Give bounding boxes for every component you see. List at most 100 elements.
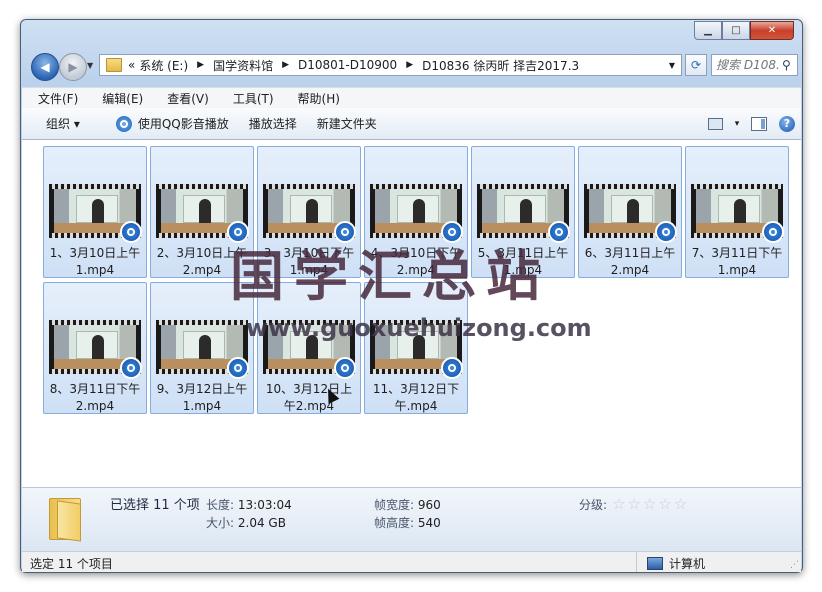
- details-pane: 已选择 11 个项 长度: 13:03:04 大小: 2.04 GB 帧宽度: …: [22, 487, 801, 552]
- change-view-button[interactable]: [701, 112, 729, 136]
- view-icon: [707, 117, 723, 130]
- breadcrumb-item[interactable]: 系统 (E:): [139, 57, 188, 74]
- caption-buttons: ▁ □ ✕: [694, 21, 794, 40]
- file-name: 6、3月11日上午2.mp4: [584, 246, 676, 277]
- length-label: 长度:: [206, 498, 235, 512]
- menu-file[interactable]: 文件(F): [22, 90, 86, 107]
- menu-bar: 文件(F) 编辑(E) 查看(V) 工具(T) 帮助(H): [22, 87, 801, 108]
- file-name: 8、3月11日下午2.mp4: [49, 382, 141, 413]
- search-input[interactable]: [712, 57, 782, 73]
- star-icon[interactable]: ☆: [612, 496, 625, 512]
- frame-height-field: 帧高度: 540: [374, 514, 441, 531]
- new-folder-button[interactable]: 新建文件夹: [307, 112, 387, 136]
- refresh-icon: ⟳: [690, 58, 702, 72]
- file-name: 11、3月12日下午.mp4: [372, 382, 460, 413]
- rating-stars[interactable]: ☆ ☆ ☆ ☆ ☆: [612, 496, 689, 512]
- help-button[interactable]: ?: [773, 112, 801, 136]
- breadcrumb-item[interactable]: D10836 徐丙昕 择吉2017.3: [422, 57, 579, 74]
- close-button[interactable]: ✕: [750, 21, 794, 40]
- forward-arrow-icon: ▶: [68, 60, 78, 74]
- file-name: 1、3月10日上午1.mp4: [49, 246, 141, 277]
- folder-icon: [106, 58, 122, 72]
- size-field: 大小: 2.04 GB: [206, 514, 286, 531]
- file-name: 9、3月12日上午1.mp4: [156, 382, 248, 413]
- file-name: 7、3月11日下午1.mp4: [691, 246, 783, 277]
- frame-width-label: 帧宽度:: [374, 498, 415, 512]
- breadcrumb-item[interactable]: 国学资料馆: [213, 57, 273, 74]
- status-location: 计算机: [647, 555, 705, 572]
- qq-player-icon: [120, 357, 142, 379]
- rating-label: 分级:: [579, 498, 608, 512]
- command-bar: 组织 ▾ 使用QQ影音播放 播放选择 新建文件夹 ▾ ?: [22, 108, 801, 140]
- breadcrumb-separator-icon[interactable]: ▶: [197, 60, 204, 70]
- star-icon[interactable]: ☆: [627, 496, 640, 512]
- navigation-bar: ◀ ▶ ▼ « 系统 (E:) ▶ 国学资料馆 ▶ D10801-D10900 …: [27, 51, 798, 81]
- frame-height-label: 帧高度:: [374, 516, 415, 530]
- menu-edit[interactable]: 编辑(E): [86, 90, 151, 107]
- frame-width-value: 960: [417, 498, 441, 512]
- play-selection-label: 播放选择: [248, 117, 297, 131]
- length-value: 13:03:04: [237, 498, 292, 512]
- qq-player-icon: [441, 357, 463, 379]
- frame-height-value: 540: [417, 516, 441, 530]
- file-name: 10、3月12日上午2.mp4: [265, 382, 353, 413]
- recent-pages-dropdown[interactable]: ▼: [87, 61, 93, 70]
- address-dropdown-icon[interactable]: ▼: [669, 61, 675, 70]
- play-with-qq-label: 使用QQ影音播放: [137, 117, 229, 131]
- qq-player-icon: [762, 221, 784, 243]
- back-arrow-icon: ◀: [40, 60, 50, 74]
- size-label: 大小:: [206, 516, 235, 530]
- minimize-button[interactable]: ▁: [694, 21, 722, 40]
- qq-player-icon: [115, 115, 132, 132]
- folder-icon: [49, 498, 81, 542]
- star-icon[interactable]: ☆: [643, 496, 656, 512]
- file-tile[interactable]: 1、3月10日上午1.mp4: [43, 146, 147, 278]
- view-options-dropdown[interactable]: ▾: [729, 112, 745, 136]
- organize-button[interactable]: 组织 ▾: [22, 112, 90, 136]
- organize-label: 组织 ▾: [46, 117, 80, 131]
- qq-player-icon: [655, 221, 677, 243]
- qq-player-icon: [227, 357, 249, 379]
- resize-grip-icon[interactable]: ⋰: [790, 560, 799, 570]
- size-value: 2.04 GB: [237, 516, 286, 530]
- qq-player-icon: [120, 221, 142, 243]
- menu-help[interactable]: 帮助(H): [282, 90, 348, 107]
- watermark-title: 国学汇总站: [230, 245, 550, 308]
- selection-count: 已选择 11 个项: [110, 498, 200, 513]
- magnifier-icon[interactable]: ⚲: [782, 58, 791, 72]
- breadcrumb-separator-icon[interactable]: ▶: [406, 60, 413, 70]
- preview-pane-icon: [751, 116, 767, 131]
- file-tile[interactable]: 6、3月11日上午2.mp4: [578, 146, 682, 278]
- play-selection-button[interactable]: 播放选择: [239, 112, 307, 136]
- qq-player-icon: [334, 357, 356, 379]
- search-box[interactable]: ⚲: [711, 54, 798, 76]
- address-bar[interactable]: « 系统 (E:) ▶ 国学资料馆 ▶ D10801-D10900 ▶ D108…: [99, 54, 682, 76]
- address-overflow-chevron[interactable]: «: [128, 58, 135, 72]
- computer-icon: [647, 557, 663, 570]
- status-divider: [636, 552, 637, 572]
- maximize-button[interactable]: □: [722, 21, 750, 40]
- breadcrumb-item[interactable]: D10801-D10900: [298, 58, 397, 72]
- breadcrumb-separator-icon[interactable]: ▶: [282, 60, 289, 70]
- file-tile[interactable]: 7、3月11日下午1.mp4: [685, 146, 789, 278]
- preview-pane-button[interactable]: [745, 112, 773, 136]
- qq-player-icon: [548, 221, 570, 243]
- status-bar: 选定 11 个项目 计算机 ⋰: [22, 551, 801, 572]
- refresh-button[interactable]: ⟳: [685, 54, 707, 76]
- star-icon[interactable]: ☆: [674, 496, 687, 512]
- length-field: 长度: 13:03:04: [206, 496, 292, 513]
- star-icon[interactable]: ☆: [658, 496, 671, 512]
- play-with-qq-button[interactable]: 使用QQ影音播放: [106, 112, 239, 136]
- help-icon: ?: [779, 115, 795, 132]
- new-folder-label: 新建文件夹: [316, 117, 377, 131]
- forward-button[interactable]: ▶: [59, 53, 87, 81]
- menu-tools[interactable]: 工具(T): [217, 90, 282, 107]
- menu-view[interactable]: 查看(V): [151, 90, 217, 107]
- frame-width-field: 帧宽度: 960: [374, 496, 441, 513]
- file-tile[interactable]: 8、3月11日下午2.mp4: [43, 282, 147, 414]
- status-location-label: 计算机: [669, 557, 706, 571]
- status-text: 选定 11 个项目: [30, 557, 113, 571]
- command-bar-right: ▾ ?: [701, 108, 801, 139]
- watermark-url: www.guoxuehuizong.com: [246, 314, 592, 342]
- back-button[interactable]: ◀: [31, 53, 59, 81]
